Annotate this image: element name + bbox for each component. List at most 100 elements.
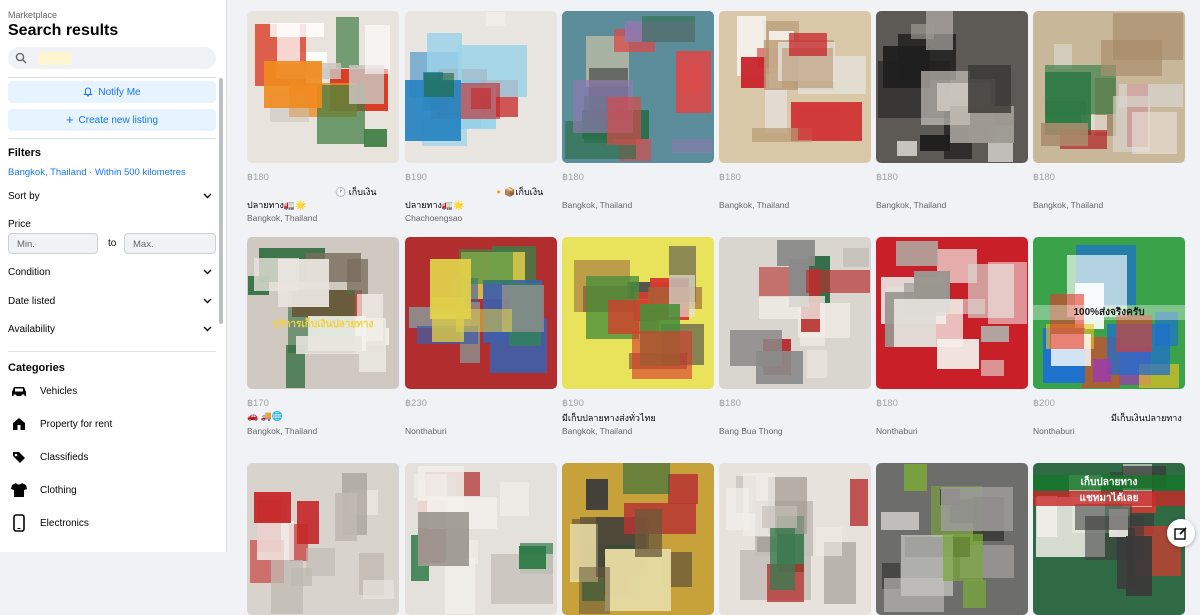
compose-button[interactable] [1167,519,1195,547]
photo-block [894,299,963,347]
photo-block [1113,13,1183,60]
listing-photo[interactable]: 100%ส่งจริงครับ [1033,237,1185,389]
photo-caption: บริการเก็บเงินปลายทาง [272,319,374,330]
listing-photo[interactable] [562,237,714,389]
location-filter[interactable]: Bangkok, Thailand · Within 500 kilometre… [8,167,186,178]
photo-block [257,521,294,560]
notify-me-button[interactable]: Notify Me [8,81,216,103]
category-electronics[interactable]: Electronics [8,511,89,535]
listing-card[interactable]: ฿180 Bang Bua Thong [719,237,871,457]
listing-card[interactable]: ฿180 Nonthaburi [876,237,1028,457]
listing-card[interactable] [562,463,714,615]
listing-photo[interactable] [405,463,557,615]
house-icon [8,413,30,435]
listing-title: ปลายทาง🚛🌟 [247,200,307,210]
listing-photo[interactable] [719,463,871,615]
listing-card[interactable]: ฿230 Nonthaburi [405,237,557,457]
photo-block [777,240,815,266]
listing-card[interactable] [876,463,1028,615]
phone-icon [8,512,30,534]
create-listing-button[interactable]: + Create new listing [8,109,216,131]
sort-by-dropdown[interactable]: Sort by [8,187,212,205]
listing-photo[interactable] [247,11,399,163]
listing-title: ปลายทาง🚛🌟 [405,200,465,210]
listing-photo[interactable] [876,237,1028,389]
category-clothing[interactable]: Clothing [8,478,77,502]
photo-block [291,568,312,586]
listing-title-extra: มีเก็บเงินปลายทาง [1111,413,1182,423]
listing-photo[interactable] [562,11,714,163]
listing-location: Chachoengsao [405,213,463,223]
photo-block [881,512,919,530]
listing-photo[interactable] [405,11,557,163]
category-property-for-rent[interactable]: Property for rent [8,412,112,436]
notify-me-label: Notify Me [98,86,141,98]
photo-block [335,493,357,541]
listing-photo[interactable] [876,11,1028,163]
listing-photo[interactable] [247,463,399,615]
bell-icon [83,87,94,97]
listing-photo[interactable] [1033,11,1185,163]
photo-block [642,16,695,42]
condition-dropdown[interactable]: Condition [8,263,212,281]
listing-card[interactable] [719,463,871,615]
listing-card[interactable]: ฿180 ปลายทาง🚛🌟 🕐 เก็บเงิน Bangkok, Thailand [247,11,399,231]
photo-block [850,479,868,526]
photo-block [278,259,329,307]
photo-block [911,24,934,39]
listing-price: ฿180 [1033,172,1055,183]
photo-caption: แชทมาได้เลย [1033,491,1185,506]
photo-block [424,73,454,97]
listing-photo[interactable]: บริการเก็บเงินปลายทาง [247,237,399,389]
listing-card[interactable]: ฿180 Bangkok, Thailand [876,11,1028,231]
category-classifieds[interactable]: Classifieds [8,445,88,469]
listing-photo[interactable] [719,237,871,389]
listing-photo[interactable]: เก็บปลายทาง แชทมาได้เลย [1033,463,1185,615]
listing-card[interactable]: ฿190 มีเก็บปลายทางส่งทั่วไทย Bangkok, Thai… [562,237,714,457]
breadcrumb[interactable]: Marketplace [8,10,57,20]
price-max-input[interactable]: Max. [124,233,216,254]
photo-block [668,474,698,504]
date-listed-label: Date listed [8,295,56,307]
listing-location: Bangkok, Thailand [247,426,318,436]
car-icon [8,380,30,402]
listing-photo[interactable] [876,463,1028,615]
plus-icon: + [65,112,74,127]
listing-card[interactable]: ฿190 ปลายทาง🚛🌟 🔸📦เก็บเงิน Chachoengsao [405,11,557,231]
photo-block [762,506,797,528]
search-input[interactable] [8,47,216,69]
photo-caption: 100%ส่งจริงครับ [1033,305,1185,320]
divider [8,351,216,352]
listing-location: Bangkok, Thailand [876,200,947,210]
listing-photo[interactable] [719,11,871,163]
photo-block [264,61,322,108]
category-label: Property for rent [40,418,113,430]
listing-location: Nonthaburi [405,426,447,436]
listing-location: Nonthaburi [876,426,918,436]
listing-photo[interactable] [405,237,557,389]
price-min-input[interactable]: Min. [8,233,98,254]
photo-block [456,309,512,332]
sidebar-scrollbar[interactable] [219,78,223,324]
photo-block [981,360,1004,376]
listing-photo[interactable] [562,463,714,615]
listing-card[interactable]: ฿180 Bangkok, Thailand [562,11,714,231]
listing-card[interactable] [247,463,399,615]
date-listed-dropdown[interactable]: Date listed [8,292,212,310]
photo-block [445,559,475,614]
listing-card[interactable]: เก็บปลายทาง แชทมาได้เลย [1033,463,1185,615]
listing-card[interactable] [405,463,557,615]
listing-card[interactable]: 100%ส่งจริงครับ ฿200 มีเก็บเงินปลายทาง Nont… [1033,237,1185,457]
listing-location: Bangkok, Thailand [247,213,318,223]
listing-card[interactable]: บริการเก็บเงินปลายทาง ฿170 🚗 🚚🌐 Bangkok, Th… [247,237,399,457]
listing-title: 🚗 🚚🌐 [247,411,284,421]
photo-block [968,65,1011,113]
create-listing-label: Create new listing [78,114,159,126]
listing-location: Bangkok, Thailand [562,426,633,436]
photo-block [623,463,670,494]
listing-card[interactable]: ฿180 Bangkok, Thailand [719,11,871,231]
listing-card[interactable]: ฿180 Bangkok, Thailand [1033,11,1185,231]
photo-block [365,25,390,74]
availability-dropdown[interactable]: Availability [8,320,212,338]
category-vehicles[interactable]: Vehicles [8,379,77,403]
